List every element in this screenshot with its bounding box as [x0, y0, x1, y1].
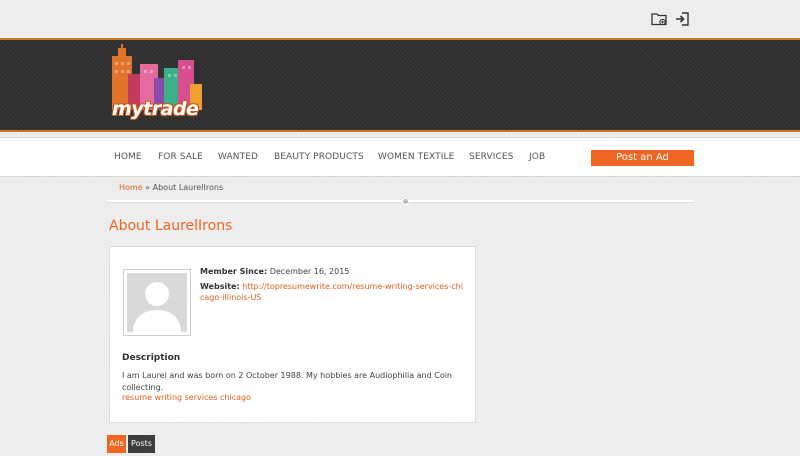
description-text: I am Laurel and was born on 2 October 19… [122, 371, 453, 392]
breadcrumb-separator: » [145, 183, 151, 192]
nav-item-beauty-products[interactable]: BEAUTY PRODUCTS [274, 152, 364, 162]
user-silhouette-icon [127, 273, 187, 332]
page-title: About LaurelIrons [109, 218, 233, 234]
breadcrumb-home-link[interactable]: Home [119, 183, 143, 192]
breadcrumb: Home » About LaurelIrons [119, 183, 223, 192]
avatar [123, 269, 191, 336]
nav-item-services[interactable]: SERVICES [469, 152, 513, 162]
website-row: Website: http://topresumewrite.com/resum… [200, 281, 465, 303]
member-since-value: December 16, 2015 [269, 267, 350, 276]
nav-item-wanted[interactable]: WANTED [218, 152, 258, 162]
nav-item-home[interactable]: HOME [114, 152, 142, 162]
logo-text: mytrade [112, 98, 199, 120]
member-since-row: Member Since: December 16, 2015 [200, 266, 465, 277]
nav-item-job[interactable]: JOB [529, 152, 545, 162]
post-ad-button[interactable]: Post an Ad [591, 150, 694, 166]
tab-posts[interactable]: Posts [128, 435, 155, 453]
top-bar [0, 0, 800, 38]
description-link[interactable]: resume writing services chicago [122, 393, 251, 402]
divider-dot [402, 198, 409, 205]
member-since-label: Member Since: [200, 267, 268, 276]
divider [107, 200, 694, 203]
tab-ads[interactable]: Ads [107, 435, 126, 453]
breadcrumb-current: About LaurelIrons [152, 183, 224, 192]
login-icon[interactable] [674, 11, 690, 27]
nav-item-for-sale[interactable]: FOR SALE [158, 152, 203, 162]
profile-card: Member Since: December 16, 2015 Website:… [109, 246, 476, 423]
site-logo[interactable]: mytrade [104, 44, 202, 126]
description-title: Description [122, 353, 181, 363]
site-header: mytrade [0, 38, 800, 132]
website-link[interactable]: http://topresumewrite.com/resume-writing… [200, 282, 463, 302]
folder-plus-icon[interactable] [651, 11, 667, 27]
website-label: Website: [200, 282, 240, 291]
nav-item-women-textile[interactable]: WOMEN TEXTILE [378, 152, 454, 162]
main-nav: HOME FOR SALE WANTED BEAUTY PRODUCTS WOM… [0, 137, 800, 177]
